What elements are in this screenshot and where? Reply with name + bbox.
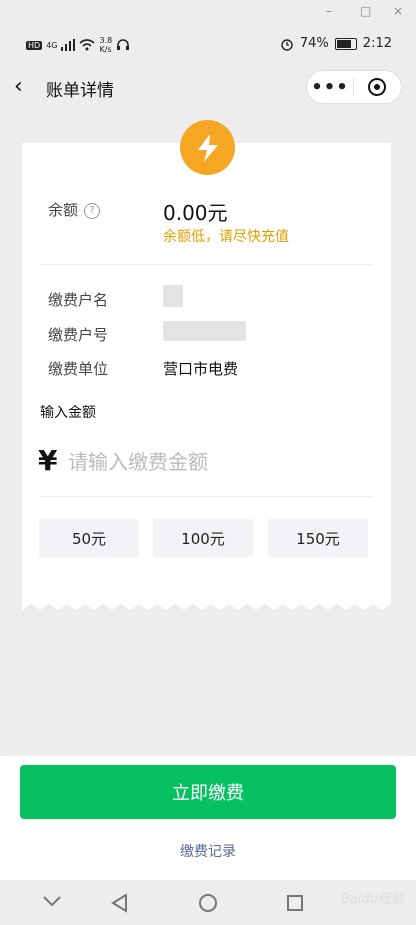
net-speed: 3.8 K/s	[99, 36, 112, 54]
balance-value: 0.00元	[163, 201, 228, 225]
close-window-button[interactable]: ×	[393, 4, 403, 18]
electricity-bolt-icon	[180, 120, 235, 175]
amount-input[interactable]	[66, 444, 370, 480]
collapse-chevron-icon[interactable]	[42, 894, 62, 908]
balance-label: 余额	[48, 201, 79, 219]
divider	[40, 496, 372, 497]
balance-warning: 余额低，请尽快充值	[163, 229, 289, 245]
account-number-label: 缴费户号	[48, 326, 109, 344]
status-left: HD 4G 3.8 K/s	[26, 36, 130, 54]
nav-bar: ‹ 账单详情 •••	[0, 64, 416, 112]
yen-icon: ¥	[38, 444, 58, 477]
amount-chip-150[interactable]: 150元	[268, 519, 368, 557]
status-bar: HD 4G 3.8 K/s 74% 2:12	[0, 26, 416, 64]
status-right: 74% 2:12	[280, 36, 392, 51]
wifi-icon	[79, 39, 96, 51]
back-triangle-icon[interactable]	[110, 893, 128, 913]
help-icon[interactable]: ?	[84, 203, 101, 219]
battery-icon	[334, 37, 357, 50]
signal-icon	[61, 39, 76, 51]
clock: 2:12	[362, 36, 392, 51]
amount-title: 输入金额	[40, 405, 96, 421]
payment-records-link[interactable]: 缴费记录	[0, 841, 416, 861]
target-icon	[368, 78, 386, 96]
amount-chip-100[interactable]: 100元	[153, 519, 253, 557]
account-name-label: 缴费户名	[48, 291, 109, 309]
amount-chip-50[interactable]: 50元	[39, 519, 139, 557]
payee-unit-label: 缴费单位	[48, 360, 109, 378]
balance-label-group: 余额?	[48, 199, 101, 220]
minimize-button[interactable]: –	[326, 4, 332, 18]
recents-square-icon[interactable]	[286, 894, 304, 912]
net-speed-value: 3.8	[99, 36, 113, 45]
miniprogram-capsule: •••	[306, 70, 402, 104]
divider	[40, 264, 372, 265]
back-chevron-icon[interactable]: ‹	[14, 74, 23, 99]
account-name-redacted	[163, 285, 183, 307]
alarm-icon	[281, 38, 293, 51]
window-titlebar: – □ ×	[0, 0, 416, 26]
baidu-watermark: Baidu经验	[341, 892, 404, 907]
account-number-redacted	[163, 321, 246, 341]
battery-percent: 74%	[299, 36, 329, 51]
page-title: 账单详情	[46, 81, 114, 101]
maximize-button[interactable]: □	[360, 4, 371, 18]
pay-now-button[interactable]: 立即缴费	[20, 765, 396, 819]
card-zigzag-edge	[22, 600, 391, 610]
home-circle-icon[interactable]	[198, 893, 218, 913]
payee-unit-value: 营口市电费	[163, 360, 239, 378]
more-menu-button[interactable]: •••	[307, 77, 353, 98]
hd-badge: HD	[26, 40, 43, 50]
net-speed-unit: K/s	[99, 45, 112, 54]
headset-icon	[117, 39, 130, 50]
close-miniprogram-button[interactable]	[354, 78, 400, 96]
network-type: 4G	[46, 40, 58, 50]
